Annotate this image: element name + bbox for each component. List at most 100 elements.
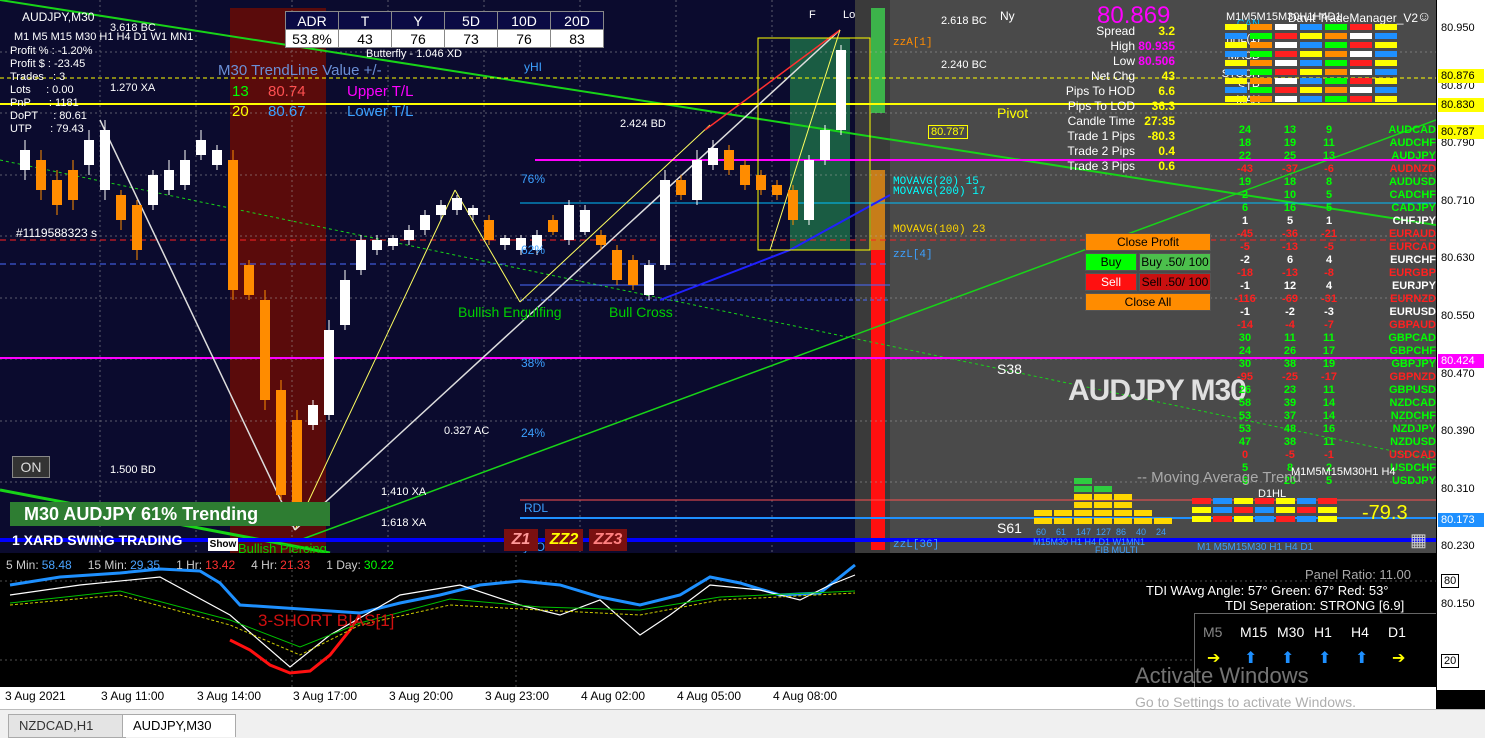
pair-name[interactable]: EURUSD: [1370, 306, 1436, 318]
pair-name[interactable]: EURGBP: [1370, 267, 1436, 279]
mtf-tf-label: M15: [1240, 624, 1268, 640]
candle-body: [36, 160, 46, 190]
account-line: DoPT : 80.61: [10, 110, 87, 122]
price-tick: 80.550: [1441, 310, 1475, 322]
candle-body: [804, 160, 814, 220]
candle-body: [420, 215, 430, 230]
candle-body: [276, 390, 286, 495]
fib-0327-ac: 0.327 AC: [444, 425, 490, 437]
pair-name[interactable]: EURCHF: [1370, 254, 1436, 266]
pair-name[interactable]: CHFJPY: [1370, 215, 1436, 227]
close-all-button[interactable]: Close All: [1085, 293, 1211, 311]
time-tick: 3 Aug 11:00: [101, 689, 165, 703]
pair-name[interactable]: CADCHF: [1370, 189, 1436, 201]
pair-strength-a: 22: [1238, 150, 1252, 162]
pair-strength-c: 11: [1323, 384, 1335, 396]
tdi-legend: 5 Min: 58.48 15 Min: 29.35 1 Hr: 13.42 4 Hr: 21…: [6, 558, 410, 572]
pair-name[interactable]: EURNZD: [1370, 293, 1436, 305]
pair-name[interactable]: EURAUD: [1370, 228, 1436, 240]
tf-m15[interactable]: M15: [51, 31, 72, 43]
pair-strength-a: 0: [1241, 449, 1249, 461]
lower-label: Lower T/L: [347, 103, 414, 120]
fib-2424-bd: 2.424 BD: [620, 118, 666, 130]
pair-strength-a: 53: [1238, 410, 1252, 422]
pair-name[interactable]: GBPAUD: [1370, 319, 1436, 331]
fib-24: 24%: [521, 426, 546, 440]
close-profit-button[interactable]: Close Profit: [1085, 233, 1211, 251]
price-tick: 80.470: [1441, 367, 1475, 380]
time-tick: 3 Aug 23:00: [485, 689, 550, 703]
pair-name[interactable]: NZDUSD: [1370, 436, 1436, 448]
pair-name[interactable]: GBPUSD: [1370, 384, 1436, 396]
candle-body: [340, 280, 350, 325]
fib-76: 76%: [521, 172, 546, 186]
pair-row: 1 5 1 CHFJPY: [1200, 215, 1436, 228]
pair-strength-c: 13: [1322, 150, 1336, 162]
tdi-legend-value: 58.48: [41, 558, 72, 572]
pair-name[interactable]: USDCAD: [1370, 449, 1436, 461]
price-axis[interactable]: 80.950 80.870 80.790 80.710 80.630 80.550 80.4…: [1436, 0, 1485, 690]
candle-body: [180, 160, 190, 185]
buy-button[interactable]: Buy: [1085, 253, 1137, 271]
pair-strength-a: 26: [1238, 384, 1252, 396]
tf-mn1[interactable]: MN1: [170, 31, 193, 43]
main-chart[interactable]: AUDJPY,M30 M1 M5 M15 M30 H1 H4 D1 W1 MN1 Profit …: [0, 0, 1436, 553]
pair-name[interactable]: AUDNZD: [1370, 163, 1436, 175]
candle-body: [388, 238, 398, 246]
pair-name[interactable]: NZDCAD: [1370, 397, 1436, 409]
info-value: 0.4: [1158, 144, 1175, 158]
candle-body: [596, 235, 606, 245]
upper-count: 13: [232, 83, 249, 100]
pair-name[interactable]: EURJPY: [1370, 280, 1436, 292]
info-label: Pips To HOD: [1065, 84, 1135, 98]
pair-strength-c: 14: [1322, 397, 1336, 409]
gear-icon[interactable]: ☺: [1417, 8, 1431, 24]
pair-strength-c: 16: [1322, 423, 1336, 435]
pair-strength-b: 5: [1286, 215, 1294, 227]
tab-audjpy-m30[interactable]: AUDJPY,M30: [122, 714, 236, 737]
price-marker: 80.173: [1438, 513, 1484, 527]
adr-header: 20D: [550, 11, 604, 30]
pair-name[interactable]: NZDJPY: [1370, 423, 1436, 435]
tf-m1[interactable]: M1: [14, 31, 29, 43]
candle-body: [324, 330, 334, 415]
tf-m30[interactable]: M30: [75, 31, 96, 43]
pair-name[interactable]: CADJPY: [1370, 202, 1436, 214]
tdi-legend-label: 1 Day:: [326, 558, 361, 572]
adr-value: 76: [391, 29, 445, 48]
show-button[interactable]: Show: [208, 538, 238, 551]
pair-name[interactable]: AUDUSD: [1370, 176, 1436, 188]
pair-name[interactable]: GBPJPY: [1370, 358, 1436, 370]
info-label: Pips To LOD: [1067, 99, 1135, 113]
pair-name[interactable]: EURCAD: [1370, 241, 1436, 253]
pair-name[interactable]: AUDJPY: [1370, 150, 1436, 162]
pair-name[interactable]: GBPCHF: [1370, 345, 1436, 357]
pair-strength-b: 39: [1283, 397, 1297, 409]
info-label: Candle Time: [1067, 114, 1135, 128]
zz-l36: zzL[36]: [893, 539, 940, 551]
timeframe-bar: M1 M5 M15 M30 H1 H4 D1 W1 MN1: [14, 31, 196, 43]
candle-body: [820, 130, 830, 160]
pair-name[interactable]: AUDCHF: [1370, 137, 1436, 149]
candle-body: [212, 150, 222, 165]
fib-2618-bc: 2.618 BC: [941, 15, 987, 27]
pair-name[interactable]: GBPNZD: [1370, 371, 1436, 383]
pair-name[interactable]: GBPCAD: [1370, 332, 1436, 344]
sell-button[interactable]: Sell: [1085, 273, 1137, 291]
pair-name[interactable]: NZDCHF: [1370, 410, 1436, 422]
info-row: Net Chg 43: [1020, 69, 1180, 84]
candle-body: [260, 300, 270, 400]
pair-strength-b: -25: [1282, 371, 1298, 383]
adr-header: T: [338, 11, 392, 30]
candle-body: [84, 140, 94, 165]
pair-strength-b: 10: [1283, 189, 1297, 201]
on-button[interactable]: ON: [12, 456, 50, 478]
pair-strength-c: 4: [1325, 254, 1333, 266]
price-tick: 80.230: [1441, 540, 1475, 553]
calculator-icon[interactable]: ▦: [1410, 530, 1427, 551]
tf-m5[interactable]: M5: [32, 31, 47, 43]
strength-value: 61: [1056, 527, 1067, 537]
tdi-subwindow[interactable]: 5 Min: 58.48 15 Min: 29.35 1 Hr: 13.42 4 Hr: 21…: [0, 555, 1436, 687]
pair-name[interactable]: AUDCAD: [1370, 124, 1436, 136]
tab-nzdcad-h1[interactable]: NZDCAD,H1: [8, 714, 126, 738]
